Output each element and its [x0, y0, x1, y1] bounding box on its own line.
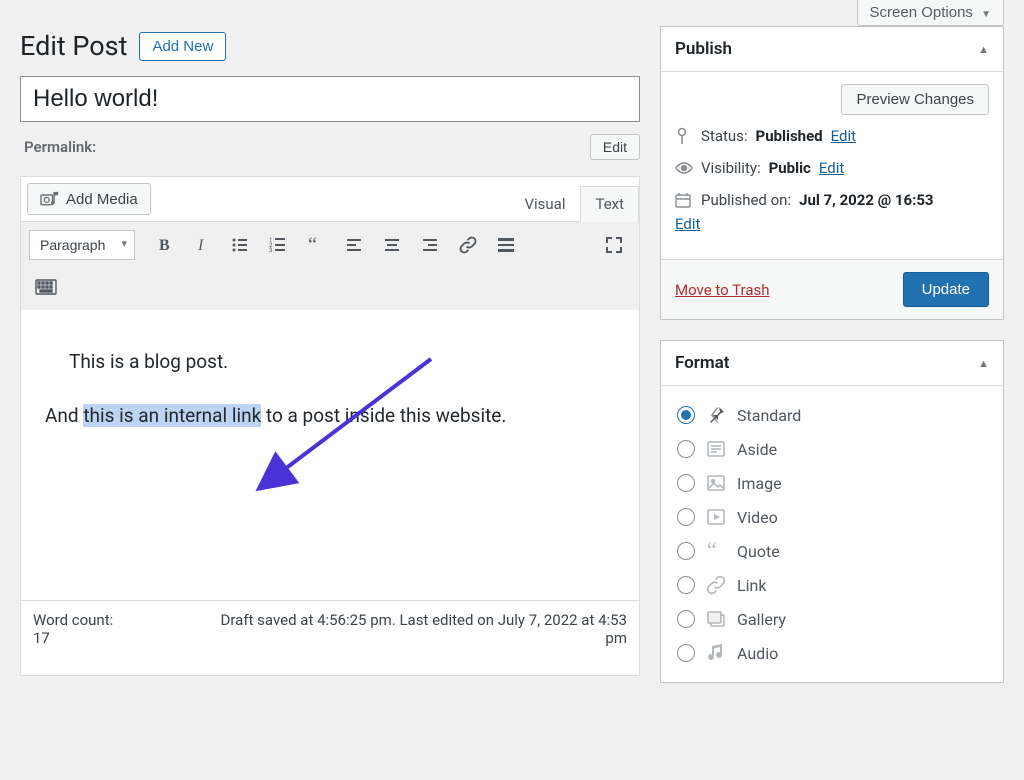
eye-icon	[675, 161, 693, 175]
camera-music-icon	[40, 190, 60, 208]
radio-quote[interactable]	[677, 542, 695, 560]
format-metabox-header[interactable]: Format ▲	[661, 341, 1003, 386]
annotation-arrow	[241, 354, 451, 554]
format-option-link[interactable]: Link	[675, 568, 989, 602]
permalink-edit-button[interactable]: Edit	[590, 134, 640, 160]
content-paragraph-1: This is a blog post.	[69, 346, 623, 378]
update-button[interactable]: Update	[903, 272, 989, 307]
bold-button[interactable]: B	[147, 228, 181, 262]
format-aside-icon	[705, 438, 727, 460]
format-option-label: Standard	[737, 406, 801, 425]
add-media-label: Add Media	[66, 191, 138, 208]
format-option-label: Aside	[737, 440, 777, 459]
format-option-standard[interactable]: Standard	[675, 398, 989, 432]
format-option-label: Quote	[737, 542, 780, 561]
paragraph-format-select[interactable]: Paragraph	[29, 230, 135, 260]
align-left-button[interactable]	[337, 228, 371, 262]
collapse-icon: ▲	[978, 357, 989, 370]
svg-text:B: B	[159, 237, 170, 254]
published-on-value: Jul 7, 2022 @ 16:53	[799, 191, 933, 209]
keyboard-shortcut-button[interactable]	[29, 270, 63, 304]
format-image-icon	[705, 472, 727, 494]
svg-text:“: “	[308, 235, 317, 255]
svg-text:I: I	[197, 237, 204, 254]
editor-status-bar: Word count: 17 Draft saved at 4:56:25 pm…	[21, 600, 639, 675]
calendar-icon	[675, 192, 693, 208]
page-title: Edit Post	[20, 30, 127, 62]
align-right-button[interactable]	[413, 228, 447, 262]
format-gallery-icon	[705, 608, 727, 630]
blockquote-button[interactable]: “	[299, 228, 333, 262]
radio-audio[interactable]	[677, 644, 695, 662]
selected-text: this is an internal link	[83, 404, 261, 427]
status-label: Status:	[701, 127, 748, 145]
post-content-editor[interactable]: This is a blog post. And this is an inte…	[21, 310, 639, 600]
word-count-value: 17	[33, 629, 50, 647]
visibility-value: Public	[769, 159, 811, 177]
tab-text[interactable]: Text	[580, 186, 639, 222]
italic-button[interactable]: I	[185, 228, 219, 262]
format-option-aside[interactable]: Aside	[675, 432, 989, 466]
numbered-list-button[interactable]: 123	[261, 228, 295, 262]
editor-toolbar: Paragraph B I 123 “	[21, 221, 639, 310]
chevron-down-icon: ▼	[981, 9, 991, 20]
collapse-icon: ▲	[978, 43, 989, 56]
screen-options-label: Screen Options	[870, 4, 973, 21]
move-to-trash-link[interactable]: Move to Trash	[675, 281, 769, 299]
draft-saved-pm: pm	[605, 629, 627, 647]
visibility-label: Visibility:	[701, 159, 761, 177]
draft-saved-text: Draft saved at 4:56:25 pm. Last edited o…	[221, 611, 627, 629]
format-option-image[interactable]: Image	[675, 466, 989, 500]
publish-metabox: Publish ▲ Preview Changes Status: Publis…	[660, 26, 1004, 320]
format-option-label: Video	[737, 508, 778, 527]
content-paragraph-2: And this is an internal link to a post i…	[45, 400, 623, 432]
format-option-label: Image	[737, 474, 782, 493]
format-heading: Format	[675, 353, 730, 373]
insert-link-button[interactable]	[451, 228, 485, 262]
screen-options-button[interactable]: Screen Options ▼	[857, 0, 1004, 26]
pin-icon	[675, 127, 693, 145]
format-option-label: Link	[737, 576, 766, 595]
format-option-quote[interactable]: “ Quote	[675, 534, 989, 568]
permalink-label: Permalink:	[24, 138, 96, 156]
radio-image[interactable]	[677, 474, 695, 492]
add-new-button[interactable]: Add New	[139, 32, 226, 61]
svg-text:3: 3	[269, 247, 272, 254]
insert-more-button[interactable]	[489, 228, 523, 262]
align-center-button[interactable]	[375, 228, 409, 262]
published-on-edit-link[interactable]: Edit	[675, 215, 700, 233]
radio-standard[interactable]	[677, 406, 695, 424]
format-option-label: Gallery	[737, 610, 786, 629]
bullet-list-button[interactable]	[223, 228, 257, 262]
visibility-edit-link[interactable]: Edit	[819, 159, 844, 177]
tab-visual[interactable]: Visual	[509, 186, 580, 221]
add-media-button[interactable]: Add Media	[27, 183, 151, 215]
format-link-icon	[705, 574, 727, 596]
format-video-icon	[705, 506, 727, 528]
fullscreen-button[interactable]	[597, 228, 631, 262]
status-edit-link[interactable]: Edit	[831, 127, 856, 145]
format-option-gallery[interactable]: Gallery	[675, 602, 989, 636]
radio-aside[interactable]	[677, 440, 695, 458]
radio-link[interactable]	[677, 576, 695, 594]
format-option-label: Audio	[737, 644, 778, 663]
format-audio-icon	[705, 642, 727, 664]
editor-box: Add Media Visual Text Paragraph B I 123 …	[20, 176, 640, 676]
published-on-label: Published on:	[701, 191, 791, 209]
format-option-video[interactable]: Video	[675, 500, 989, 534]
format-quote-icon: “	[705, 540, 727, 562]
publish-metabox-header[interactable]: Publish ▲	[661, 27, 1003, 72]
format-option-audio[interactable]: Audio	[675, 636, 989, 670]
preview-changes-button[interactable]: Preview Changes	[841, 84, 989, 115]
word-count-label: Word count:	[33, 611, 113, 629]
radio-gallery[interactable]	[677, 610, 695, 628]
format-standard-icon	[705, 404, 727, 426]
post-title-input[interactable]	[20, 76, 640, 122]
svg-text:“: “	[707, 541, 717, 561]
radio-video[interactable]	[677, 508, 695, 526]
status-value: Published	[756, 127, 823, 145]
publish-heading: Publish	[675, 39, 732, 59]
format-metabox: Format ▲ Standard Aside Image Video “ Quote Li…	[660, 340, 1004, 683]
